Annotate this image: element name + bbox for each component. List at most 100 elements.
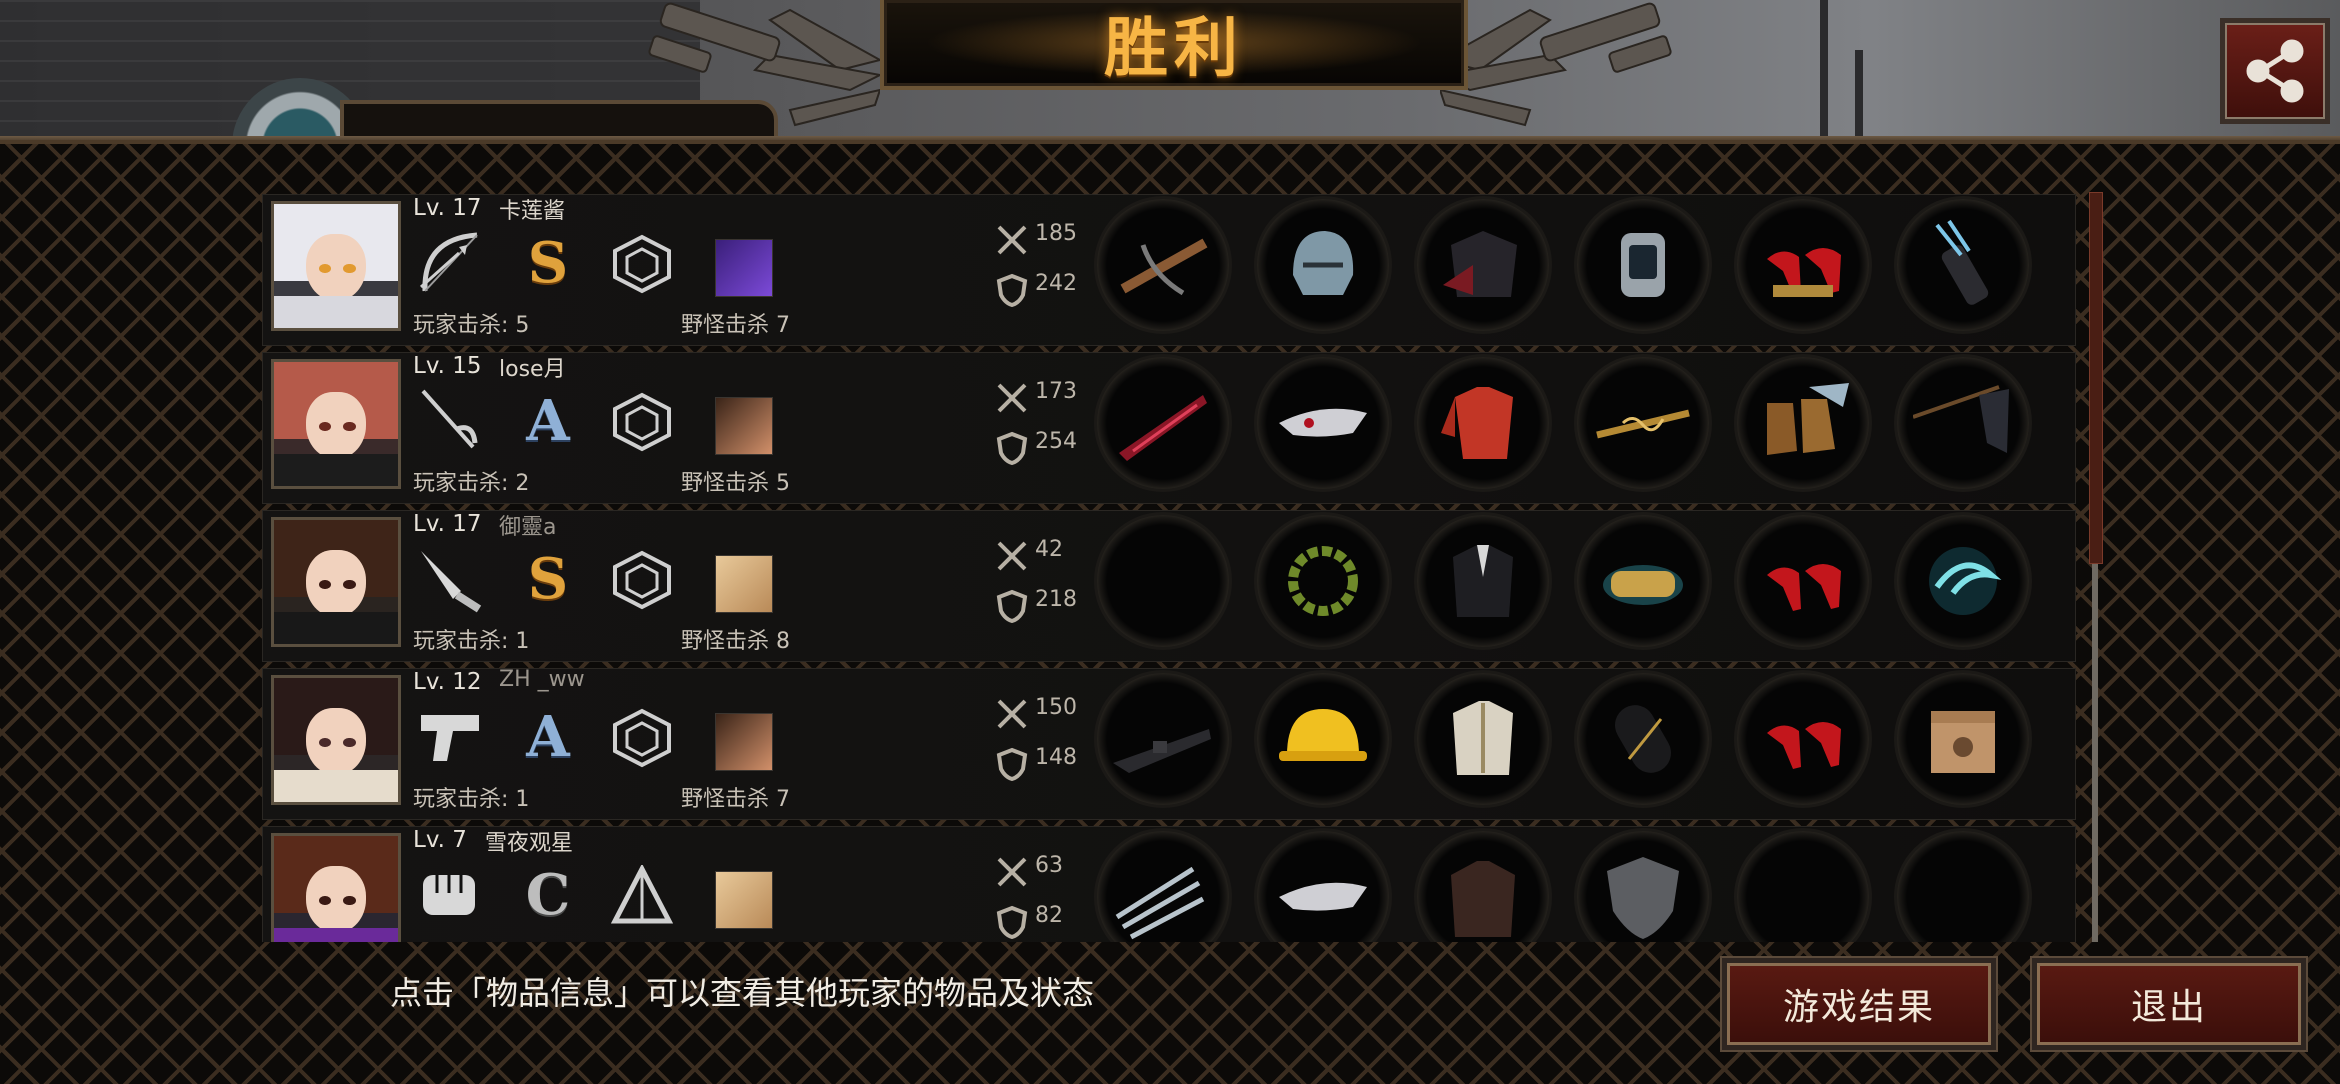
dark-coat-icon	[1443, 231, 1517, 297]
player-row[interactable]: Lv. 15 lose月 A 玩家击杀: 2 野怪击杀 5 173 254	[262, 352, 2076, 504]
goggles-creature-icon[interactable]	[715, 713, 773, 771]
scrollbar-thumb[interactable]	[2089, 192, 2103, 564]
knife-icon[interactable]	[413, 543, 489, 613]
item-slot[interactable]	[1737, 357, 1869, 489]
grade-badge: S	[527, 230, 569, 296]
rank-emblem-icon[interactable]	[611, 391, 673, 453]
rank-emblem-icon[interactable]	[611, 707, 673, 769]
red-heels-icon	[1767, 722, 1841, 769]
player-level: Lv. 15	[413, 353, 482, 379]
claw-icon	[1115, 866, 1205, 940]
player-row[interactable]: Lv. 17 卡莲酱 S 玩家击杀: 5 野怪击杀 7 185 242	[262, 194, 2076, 346]
player-portrait[interactable]	[271, 517, 401, 647]
player-portrait[interactable]	[271, 833, 401, 942]
grade-badge: A	[526, 704, 570, 770]
tan-creature-icon[interactable]	[715, 871, 773, 929]
item-slot[interactable]	[1577, 357, 1709, 489]
goggles-creature-icon[interactable]	[715, 397, 773, 455]
cat-box-icon	[1931, 711, 1995, 773]
exit-button[interactable]: 退出	[2032, 958, 2306, 1050]
item-slot[interactable]	[1737, 515, 1869, 647]
player-portrait[interactable]	[271, 675, 401, 805]
share-icon	[2246, 39, 2304, 103]
item-slot-empty[interactable]	[1097, 515, 1229, 647]
ornate-boots-icon	[1767, 383, 1849, 455]
player-name: 卡莲酱	[499, 199, 566, 224]
item-slot[interactable]	[1737, 673, 1869, 805]
item-slot[interactable]	[1257, 515, 1389, 647]
item-slot[interactable]	[1257, 199, 1389, 331]
attack-value: 42	[1035, 537, 1063, 562]
item-slot[interactable]	[1417, 831, 1549, 942]
portrait-eye	[343, 579, 356, 590]
fist-icon[interactable]	[413, 859, 489, 929]
defense-value-wrap: 242	[995, 271, 1077, 296]
purple-creature-icon[interactable]	[715, 239, 773, 297]
rapier-icon[interactable]	[413, 385, 489, 455]
golden-rod-icon	[1596, 409, 1690, 439]
item-slot[interactable]	[1097, 357, 1229, 489]
rank-emblem-icon[interactable]	[611, 549, 673, 611]
item-slot[interactable]	[1257, 357, 1389, 489]
red-shirt-icon	[1441, 387, 1513, 459]
item-slot[interactable]	[1417, 673, 1549, 805]
bow-icon[interactable]	[413, 227, 489, 297]
item-slot[interactable]	[1097, 673, 1229, 805]
player-row[interactable]: Lv. 7 雪夜观星 C 63 82	[262, 826, 2076, 942]
item-slot-empty[interactable]	[1737, 831, 1869, 942]
item-slot[interactable]	[1257, 831, 1389, 942]
portrait-face	[306, 707, 366, 775]
player-row[interactable]: Lv. 17 御靈a S 玩家击杀: 1 野怪击杀 8 42 218	[262, 510, 2076, 662]
player-portrait[interactable]	[271, 359, 401, 489]
attack-value-wrap: 173	[995, 379, 1077, 404]
player-kills: 玩家击杀: 5	[413, 313, 530, 338]
portrait-face	[306, 391, 366, 459]
attack-value-wrap: 185	[995, 221, 1077, 246]
defense-value: 148	[1035, 745, 1077, 770]
crossbow-icon	[1120, 238, 1208, 296]
wristwatch-icon	[1621, 233, 1665, 297]
mask-icon	[1279, 408, 1367, 437]
item-slot[interactable]	[1097, 831, 1229, 942]
player-level: Lv. 12	[413, 669, 482, 695]
item-slot[interactable]	[1897, 673, 2029, 805]
item-slot[interactable]	[1577, 199, 1709, 331]
item-slot[interactable]	[1897, 515, 2029, 647]
item-slot[interactable]	[1257, 673, 1389, 805]
item-slot[interactable]	[1097, 199, 1229, 331]
revolver-wing-right-icon	[1440, 2, 1672, 127]
item-slot[interactable]	[1737, 199, 1869, 331]
game-results-button[interactable]: 游戏结果	[1722, 958, 1996, 1050]
attack-value-wrap: 150	[995, 695, 1077, 720]
crimson-blade-icon	[1119, 395, 1207, 461]
pistol-icon[interactable]	[413, 701, 489, 771]
revolver-wing-left-icon	[648, 2, 880, 127]
monster-kills: 野怪击杀 7	[681, 787, 790, 812]
player-kills: 玩家击杀: 2	[413, 471, 530, 496]
item-slot[interactable]	[1417, 357, 1549, 489]
player-list[interactable]: Lv. 17 卡莲酱 S 玩家击杀: 5 野怪击杀 7 185 242 Lv. …	[262, 192, 2076, 942]
item-slot[interactable]	[1577, 831, 1709, 942]
item-slot[interactable]	[1417, 199, 1549, 331]
item-slot[interactable]	[1417, 515, 1549, 647]
item-slot[interactable]	[1577, 673, 1709, 805]
monster-kills: 野怪击杀 7	[681, 313, 790, 338]
defense-value: 82	[1035, 903, 1063, 928]
portrait-eye	[343, 895, 356, 906]
player-portrait[interactable]	[271, 201, 401, 331]
attack-value-wrap: 63	[995, 853, 1063, 878]
background-pole	[1820, 0, 1828, 140]
item-slot[interactable]	[1577, 515, 1709, 647]
player-name: 御靈a	[499, 515, 557, 540]
share-button[interactable]	[2220, 18, 2330, 124]
tan-creature-icon[interactable]	[715, 555, 773, 613]
grade-badge: S	[527, 546, 569, 612]
triangle-emblem-icon[interactable]	[611, 865, 673, 927]
item-slot[interactable]	[1897, 357, 2029, 489]
portrait-face	[306, 233, 366, 301]
rank-emblem-icon[interactable]	[611, 233, 673, 295]
portrait-body	[274, 769, 398, 802]
item-slot[interactable]	[1897, 199, 2029, 331]
item-slot-empty[interactable]	[1897, 831, 2029, 942]
player-row[interactable]: Lv. 12 ZH _ww A 玩家击杀: 1 野怪击杀 7 150 148	[262, 667, 2076, 820]
